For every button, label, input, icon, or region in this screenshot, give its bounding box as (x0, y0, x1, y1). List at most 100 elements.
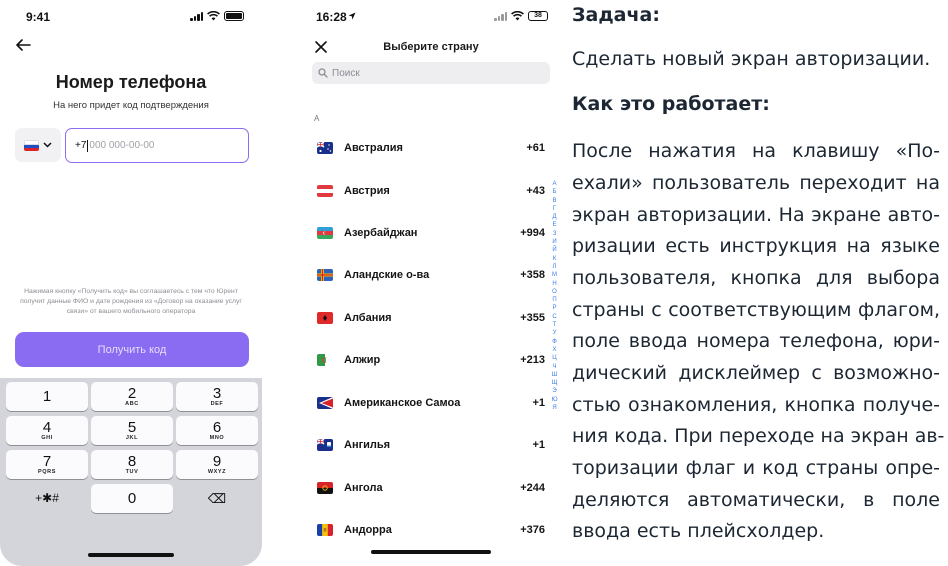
alphabet-index-letter[interactable]: Ю (551, 396, 557, 404)
country-row-austria[interactable]: Австрия +43 (302, 181, 560, 201)
alphabet-index-letter[interactable]: Ш (552, 371, 558, 379)
key-4[interactable]: 4 GHI (6, 416, 88, 445)
alphabet-index-letter[interactable]: К (553, 255, 557, 263)
alphabet-index-letter[interactable]: Я (552, 404, 556, 412)
key-letters: TUV (125, 469, 139, 475)
alphabet-index-letter[interactable]: Ц (552, 354, 556, 362)
status-bar: 16:28 38 (302, 10, 560, 26)
alphabet-index-letter[interactable]: Д (552, 213, 556, 221)
country-row-angola[interactable]: Ангола +244 (302, 478, 560, 498)
alphabet-index-letter[interactable]: И (552, 238, 556, 246)
angola-flag-icon (317, 482, 333, 494)
key-digit: 2 (127, 385, 137, 402)
american-samoa-flag-icon (317, 397, 333, 409)
alphabet-index-letter[interactable]: З (553, 230, 557, 238)
country-row-aland[interactable]: Аландские о-ва +358 (302, 265, 560, 285)
key-letters: WXYZ (207, 469, 227, 475)
country-row-andorra[interactable]: Андорра +376 (302, 520, 560, 540)
alphabet-index-letter[interactable]: Р (552, 304, 556, 312)
alphabet-index-letter[interactable]: П (552, 296, 556, 304)
status-bar: 9:41 (0, 10, 262, 26)
country-name: Ангилья (344, 439, 391, 451)
status-icons (190, 11, 244, 21)
page-title: Номер телефона (55, 72, 207, 92)
country-row-australia[interactable]: Австралия +61 (302, 138, 560, 158)
alphabet-index-letter[interactable]: О (552, 288, 557, 296)
alphabet-index-letter[interactable]: Е (552, 221, 556, 229)
key-3[interactable]: 3 DEF (176, 382, 258, 411)
alphabet-index-letter[interactable]: У (553, 329, 557, 337)
country-name: Алжир (344, 354, 381, 366)
description-line: деляются автоматически, в поле (572, 489, 940, 511)
alphabet-index-letter[interactable]: Н (552, 280, 556, 288)
key-letters: PQRS (38, 469, 56, 475)
country-code: +1 (532, 397, 545, 409)
location-arrow-icon (348, 12, 356, 20)
key-2[interactable]: 2 ABC (91, 382, 173, 411)
search-icon (318, 68, 328, 78)
alphabet-index-letter[interactable]: С (552, 313, 556, 321)
country-name: Американское Самоа (344, 397, 461, 409)
key-symbols[interactable]: +✱# (6, 484, 88, 513)
legal-disclaimer[interactable]: Нажимая кнопку «Получить код» вы соглаша… (18, 287, 244, 317)
country-row-azerbaijan[interactable]: Азербайджан +994 (302, 223, 560, 243)
country-code: +43 (526, 185, 545, 197)
country-row-american-samoa[interactable]: Американское Самоа +1 (302, 393, 560, 413)
alphabet-index-letter[interactable]: Ч (553, 363, 557, 371)
key-8[interactable]: 8 TUV (91, 450, 173, 479)
key-letters: GHI (41, 435, 53, 441)
country-name: Ангола (344, 482, 383, 494)
country-code: +244 (520, 482, 545, 494)
chevron-down-icon (43, 142, 52, 148)
andorra-flag-icon (317, 524, 333, 536)
phone-placeholder: 000 000-00-00 (89, 140, 155, 151)
alphabet-index-letter[interactable]: Щ (552, 379, 558, 387)
russia-flag-icon (24, 139, 39, 151)
alphabet-index-letter[interactable]: В (552, 197, 556, 205)
key-0[interactable]: 0 (91, 484, 173, 513)
key-9[interactable]: 9 WXYZ (176, 450, 258, 479)
backspace-icon[interactable]: ⌫ (176, 484, 258, 513)
alphabet-index-letter[interactable]: Х (552, 346, 556, 354)
country-row-anguilla[interactable]: Ангилья +1 (302, 435, 560, 455)
alphabet-index-letter[interactable]: Ф (552, 338, 557, 346)
signal-icon (190, 11, 203, 21)
alphabet-index-letter[interactable]: Э (552, 387, 556, 395)
description-line: ния кода. При переходе на экран ав- (572, 425, 945, 447)
phone-code: +7 (75, 140, 87, 151)
country-code: +213 (520, 354, 545, 366)
wifi-icon (207, 11, 220, 21)
key-digit: 8 (127, 453, 137, 470)
alphabet-index-letter[interactable]: А (552, 180, 556, 188)
australia-flag-icon (317, 142, 333, 154)
signal-icon (494, 11, 507, 21)
alphabet-index[interactable]: АБВГДЕЗИЙКЛМНОПРСТУФХЦЧШЩЭЮЯ (551, 180, 558, 412)
country-name: Албания (344, 312, 392, 324)
key-letters: MNO (209, 435, 225, 441)
key-digit: 4 (42, 419, 52, 436)
get-code-button[interactable]: Получить код (15, 332, 249, 367)
country-row-algeria[interactable]: Алжир +213 (302, 350, 560, 370)
key-7[interactable]: 7 PQRS (6, 450, 88, 479)
status-time: 16:28 (316, 10, 347, 24)
alphabet-index-letter[interactable]: Й (552, 246, 556, 254)
phone-number-input[interactable]: +7 000 000-00-00 (65, 128, 249, 163)
alphabet-index-letter[interactable]: Б (553, 188, 557, 196)
alphabet-index-letter[interactable]: М (552, 271, 557, 279)
austria-flag-icon (317, 185, 333, 197)
arrow-left-icon[interactable] (14, 36, 32, 54)
country-name: Андорра (344, 524, 392, 536)
status-icons: 38 (494, 11, 548, 21)
key-5[interactable]: 5 JKL (91, 416, 173, 445)
key-digit: 1 (42, 388, 52, 405)
country-row-albania[interactable]: Албания +355 (302, 308, 560, 328)
search-input[interactable]: Поиск (312, 62, 550, 84)
country-selector-button[interactable] (15, 128, 61, 162)
key-1[interactable]: 1 (6, 382, 88, 411)
home-indicator (88, 553, 174, 557)
key-6[interactable]: 6 MNO (176, 416, 258, 445)
alphabet-index-letter[interactable]: Л (553, 263, 557, 271)
numeric-keyboard: 1 2 ABC 3 DEF 4 GHI 5 JKL 6 MNO 7 PQRS 8 TUV 9W… (0, 378, 262, 566)
alphabet-index-letter[interactable]: Т (553, 321, 557, 329)
alphabet-index-letter[interactable]: Г (553, 205, 556, 213)
